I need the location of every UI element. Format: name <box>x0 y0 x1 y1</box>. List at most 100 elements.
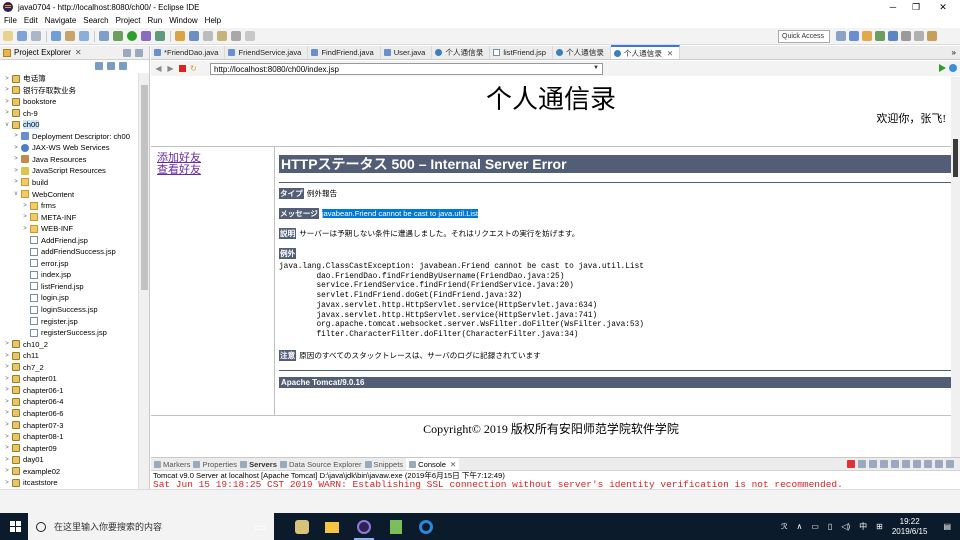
app-icon-tool[interactable] <box>292 517 312 537</box>
tree-item[interactable]: > chapter06-6 <box>4 408 63 419</box>
tree-item[interactable]: > 银行存取款业务 <box>4 85 76 96</box>
editor-tab[interactable]: *FriendDao.java <box>151 46 226 59</box>
browser-refresh-icon[interactable]: ↻ <box>189 64 198 73</box>
go-icon[interactable] <box>939 64 946 72</box>
editor-tab[interactable]: 个人通信录 <box>553 46 611 59</box>
collapsed-chevron-icon[interactable]: > <box>4 110 10 116</box>
tree-item[interactable]: index.jsp <box>22 269 71 280</box>
taskbar-search-box[interactable]: 在这里输入你要搜索的内容 <box>28 513 274 540</box>
tree-item[interactable]: register.jsp <box>22 316 78 327</box>
tree-item[interactable]: > WEB-INF <box>22 223 73 234</box>
scroll-lock-icon[interactable] <box>880 460 888 468</box>
collapsed-chevron-icon[interactable]: > <box>4 422 10 428</box>
explorer-scroll-thumb[interactable] <box>141 85 148 290</box>
new-class-icon[interactable] <box>189 31 199 41</box>
tree-item[interactable]: > bookstore <box>4 96 56 107</box>
external-tools-icon[interactable] <box>155 31 165 41</box>
collapsed-chevron-icon[interactable]: > <box>4 387 10 393</box>
collapsed-chevron-icon[interactable]: > <box>4 445 10 451</box>
team-perspective-icon[interactable] <box>914 31 924 41</box>
tree-item[interactable]: > ch-9 <box>4 108 38 119</box>
save-all-icon[interactable] <box>31 31 41 41</box>
terminal-icon[interactable] <box>79 31 89 41</box>
tab-servers[interactable]: Servers <box>240 460 277 469</box>
pin-console-icon[interactable] <box>902 460 910 468</box>
minimize-view-icon[interactable] <box>123 49 131 57</box>
editor-tab[interactable]: listFriend.jsp <box>490 46 553 59</box>
terminate-icon[interactable] <box>847 460 855 468</box>
reload-page-icon[interactable] <box>949 64 957 72</box>
taskbar-clock[interactable]: 19:22 2019/6/15 <box>892 517 928 537</box>
tree-item[interactable]: > frms <box>22 200 56 211</box>
forward-icon[interactable] <box>245 31 255 41</box>
maximize-view-icon[interactable] <box>135 49 143 57</box>
volume-icon[interactable]: ◁) <box>841 522 850 531</box>
tree-item[interactable]: addFriendSuccess.jsp <box>22 246 116 257</box>
tree-item[interactable]: > chapter07-3 <box>4 420 63 431</box>
quick-access-field[interactable]: Quick Access <box>778 30 830 43</box>
tree-item[interactable]: > ch11 <box>4 350 39 361</box>
annotation-icon[interactable] <box>217 31 227 41</box>
explorer-scrollbar[interactable] <box>138 73 149 489</box>
tree-item[interactable]: > day01 <box>4 454 43 465</box>
collapsed-chevron-icon[interactable]: > <box>13 145 19 151</box>
collapsed-chevron-icon[interactable]: > <box>4 457 10 463</box>
task-view-icon[interactable]: ▭ <box>250 517 270 537</box>
tree-item[interactable]: login.jsp <box>22 292 69 303</box>
tree-item[interactable]: > META-INF <box>22 212 76 223</box>
maximize-button[interactable]: ❐ <box>903 0 929 14</box>
file-explorer-icon[interactable] <box>322 517 342 537</box>
tree-item[interactable]: AddFriend.jsp <box>22 235 88 246</box>
close-tab-icon[interactable]: ✕ <box>667 49 673 58</box>
page-scrollbar[interactable] <box>951 77 960 457</box>
collapsed-chevron-icon[interactable]: > <box>22 214 28 220</box>
edge-browser-icon[interactable] <box>416 517 436 537</box>
editor-tab[interactable]: User.java <box>381 46 433 59</box>
more-tabs-icon[interactable]: » <box>952 48 956 57</box>
open-console-icon[interactable] <box>924 460 932 468</box>
tree-item[interactable]: > chapter06-4 <box>4 396 63 407</box>
collapsed-chevron-icon[interactable]: > <box>22 226 28 232</box>
collapsed-chevron-icon[interactable]: > <box>4 76 10 82</box>
coverage-icon[interactable] <box>141 31 151 41</box>
tab-snippets[interactable]: Snippets <box>364 460 403 469</box>
page-scroll-thumb[interactable] <box>953 139 958 177</box>
tree-item[interactable]: > Java Resources <box>13 154 86 165</box>
add-friend-link[interactable]: 添加好友 <box>157 152 274 164</box>
tree-item[interactable]: > chapter09 <box>4 443 57 454</box>
expanded-chevron-icon[interactable]: v <box>4 122 10 128</box>
link-with-editor-icon[interactable] <box>107 62 115 70</box>
server-icon[interactable] <box>99 31 109 41</box>
tree-item[interactable]: > chapter08-1 <box>4 431 63 442</box>
tree-item[interactable]: listFriend.jsp <box>22 281 84 292</box>
collapsed-chevron-icon[interactable]: > <box>4 434 10 440</box>
resource-perspective-icon[interactable] <box>927 31 937 41</box>
tab-console[interactable]: Console ✕ <box>406 458 460 470</box>
editor-tab[interactable]: FindFriend.java <box>308 46 381 59</box>
collapsed-chevron-icon[interactable]: > <box>4 468 10 474</box>
input-method-indicator[interactable]: 中 <box>859 521 867 532</box>
battery-icon[interactable]: ▯ <box>828 522 832 531</box>
tree-item[interactable]: registerSuccess.jsp <box>22 327 107 338</box>
browser-forward-icon[interactable]: ▶ <box>166 64 175 73</box>
java-perspective-icon[interactable] <box>862 31 872 41</box>
expanded-chevron-icon[interactable]: v <box>13 191 19 197</box>
tab-data-source-explorer[interactable]: Data Source Explorer <box>279 460 362 469</box>
collapse-all-icon[interactable] <box>95 62 103 70</box>
java-ee-perspective-icon[interactable] <box>849 31 859 41</box>
collapsed-chevron-icon[interactable]: > <box>4 341 10 347</box>
collapsed-chevron-icon[interactable]: > <box>4 399 10 405</box>
git-perspective-icon[interactable] <box>901 31 911 41</box>
display-console-icon[interactable] <box>913 460 921 468</box>
tree-item[interactable]: > JavaScript Resources <box>13 165 106 176</box>
editor-tab[interactable]: 个人通信录 <box>432 46 491 59</box>
collapsed-chevron-icon[interactable]: > <box>4 376 10 382</box>
collapsed-chevron-icon[interactable]: > <box>13 179 19 185</box>
tree-item[interactable]: v ch00 <box>4 119 40 130</box>
console-output[interactable]: Sat Jun 15 19:18:25 CST 2019 WARN: Estab… <box>151 480 960 489</box>
word-wrap-icon[interactable] <box>891 460 899 468</box>
editor-tab[interactable]: FriendService.java <box>225 46 309 59</box>
tree-item[interactable]: > 电话簿 <box>4 73 46 84</box>
menu-edit[interactable]: Edit <box>24 16 38 25</box>
new-package-icon[interactable] <box>175 31 185 41</box>
